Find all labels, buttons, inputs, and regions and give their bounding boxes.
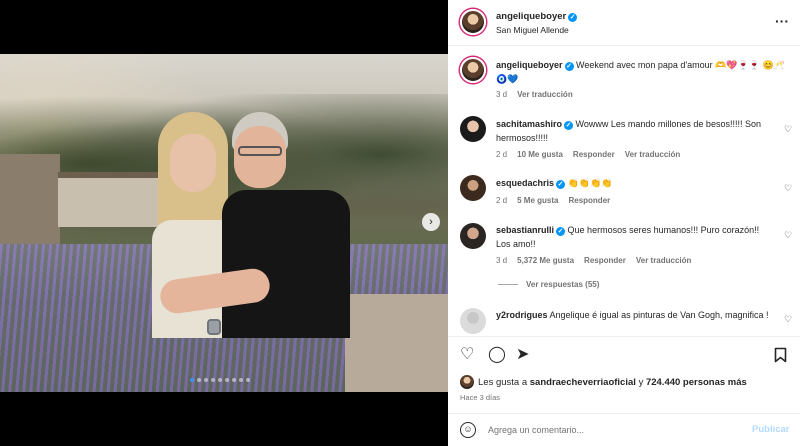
author-username-row[interactable]: angeliqueboyer ✓	[496, 11, 578, 22]
photo-wall	[0, 154, 60, 254]
comment-likes[interactable]: 5 Me gusta	[517, 196, 558, 205]
heart-icon[interactable]: ♡	[784, 183, 792, 194]
translate-link[interactable]: Ver traducción	[636, 256, 692, 265]
bookmark-svg	[774, 347, 787, 363]
liker-avatar[interactable]	[460, 375, 474, 389]
carousel-dot	[204, 378, 208, 382]
carousel-dot	[246, 378, 250, 382]
view-replies-label[interactable]: Ver respuestas (55)	[526, 280, 599, 289]
comment-username[interactable]: y2rodrigues	[496, 310, 548, 320]
action-bar: ♡ ◯ ➤ Les gusta a sandraecheverriaoficia…	[448, 336, 800, 446]
comment-username[interactable]: sachitamashiro	[496, 119, 562, 129]
caption-time: 3 d	[496, 90, 508, 99]
comment-input[interactable]	[488, 421, 738, 439]
verified-icon: ✓	[564, 121, 574, 130]
carousel-dot	[232, 378, 236, 382]
verified-icon: ✓	[556, 227, 566, 236]
next-icon: ›	[429, 216, 433, 228]
reply-button[interactable]: Responder	[584, 256, 626, 265]
carousel-dot	[225, 378, 229, 382]
author-avatar[interactable]	[460, 9, 486, 35]
man-face	[234, 126, 286, 188]
man-glasses	[238, 146, 282, 156]
share-icon[interactable]: ➤	[516, 347, 529, 363]
caption-avatar[interactable]	[460, 57, 486, 83]
caption-translate-link[interactable]: Ver traducción	[517, 90, 573, 99]
comment-username[interactable]: esquedachris	[496, 178, 554, 188]
caption-username[interactable]: angeliqueboyer	[496, 60, 563, 70]
carousel-dot	[239, 378, 243, 382]
comment-composer: ☺ Publicar	[448, 413, 800, 446]
comment-time: 3 d	[496, 256, 508, 265]
heart-icon[interactable]: ♡	[784, 124, 792, 135]
instagram-post-view: › angeliqueboyer ✓ San Miguel Allende ···…	[0, 0, 800, 446]
reply-button[interactable]: Responder	[568, 196, 610, 205]
comment-meta: 2 d 10 Me gusta Responder Ver traducción	[496, 150, 690, 159]
view-replies-button[interactable]: Ver respuestas (55)	[498, 280, 599, 289]
comment-time: 2 d	[496, 196, 508, 205]
more-icon[interactable]: ···	[775, 13, 789, 29]
likes-count[interactable]: 724.440 personas más	[646, 377, 747, 388]
comment-text: Angelique é igual as pinturas de Van Gog…	[549, 310, 769, 320]
comment-item: y2rodrigues Angelique é igual as pintura…	[496, 308, 776, 322]
comment-likes[interactable]: 5,372 Me gusta	[517, 256, 574, 265]
translate-link[interactable]: Ver traducción	[625, 150, 681, 159]
photo-path	[345, 294, 448, 392]
comment-avatar[interactable]	[460, 223, 486, 249]
man-shirt	[222, 190, 350, 338]
woman-face	[170, 134, 216, 192]
caption-meta: 3 d Ver traducción	[496, 90, 583, 99]
likes-user[interactable]: sandraecheverriaoficial	[530, 377, 636, 388]
comment-text: 👏👏👏👏	[567, 178, 613, 188]
author-username[interactable]: angeliqueboyer	[496, 11, 566, 22]
likes-summary: Les gusta a sandraecheverriaoficial y 72…	[478, 377, 747, 388]
likes-prefix: Les gusta a	[478, 377, 528, 388]
comment-meta: 2 d 5 Me gusta Responder	[496, 196, 620, 205]
heart-icon[interactable]: ♡	[784, 230, 792, 241]
verified-icon: ✓	[568, 13, 578, 22]
comment-avatar[interactable]	[460, 175, 486, 201]
media-panel: ›	[0, 0, 448, 446]
post-photo[interactable]	[0, 54, 448, 392]
comment-time: 2 d	[496, 150, 508, 159]
comment-icon[interactable]: ◯	[488, 347, 506, 363]
post-button[interactable]: Publicar	[752, 424, 790, 435]
comment-username[interactable]: sebastianrulli	[496, 225, 554, 235]
emoji-icon[interactable]: ☺	[460, 422, 476, 438]
reply-button[interactable]: Responder	[573, 150, 615, 159]
post-header: angeliqueboyer ✓ San Miguel Allende ···	[448, 0, 800, 46]
comment-item: sebastianrulli ✓ Que hermosos seres human…	[496, 223, 776, 251]
carousel-dot	[218, 378, 222, 382]
photo-watch	[207, 319, 221, 335]
carousel-dot	[190, 378, 194, 382]
post-location[interactable]: San Miguel Allende	[496, 25, 569, 35]
comment-item: sachitamashiro ✓ Wowww Les mando millones…	[496, 117, 776, 145]
verified-icon: ✓	[564, 62, 574, 71]
comment-meta: 3 d 5,372 Me gusta Responder Ver traducción	[496, 256, 701, 265]
carousel-dots	[190, 378, 250, 382]
comments-list: angeliqueboyer ✓ Weekend avec mon papa d'…	[448, 46, 800, 336]
carousel-dot	[211, 378, 215, 382]
verified-icon: ✓	[556, 180, 566, 189]
likes-conj: y	[638, 377, 644, 388]
caption: angeliqueboyer ✓ Weekend avec mon papa d'…	[496, 58, 786, 86]
comment-avatar[interactable]	[460, 308, 486, 334]
replies-divider	[498, 284, 518, 286]
bookmark-icon[interactable]	[774, 347, 787, 367]
post-time[interactable]: Hace 3 días	[460, 393, 500, 402]
heart-icon[interactable]: ♡	[460, 347, 474, 363]
comment-avatar[interactable]	[460, 116, 486, 142]
comment-likes[interactable]: 10 Me gusta	[517, 150, 563, 159]
next-slide-button[interactable]: ›	[422, 213, 440, 231]
carousel-dot	[197, 378, 201, 382]
comment-item: esquedachris ✓ 👏👏👏👏	[496, 176, 776, 190]
heart-icon[interactable]: ♡	[784, 314, 792, 325]
details-panel: angeliqueboyer ✓ San Miguel Allende ··· a…	[448, 0, 800, 446]
